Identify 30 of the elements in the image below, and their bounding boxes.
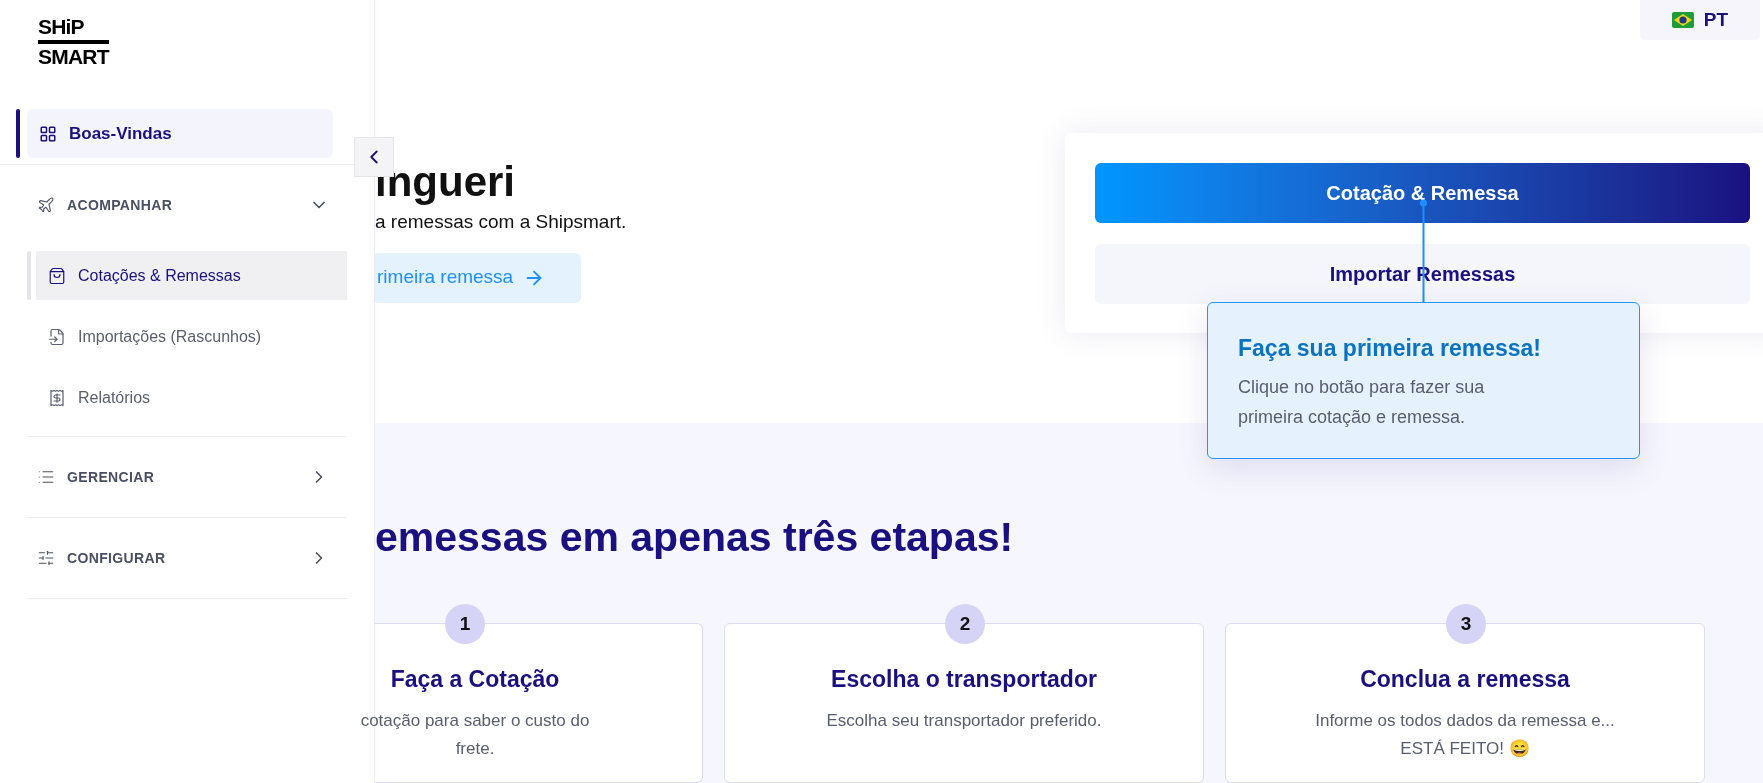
step-description: Escolha seu transportador preferido. [825, 709, 1103, 732]
file-arrow-icon [48, 327, 66, 346]
step-description: Informe os todos dados da remessa e... ESTÁ FEITO! 😄 [1314, 709, 1616, 760]
welcome-subtitle: a remessas com a Shipsmart. [375, 210, 627, 234]
grid-icon [39, 124, 57, 143]
logo: SHiP SMART [38, 15, 109, 69]
shopping-bag-icon [48, 266, 66, 285]
step-number: 3 [1446, 604, 1486, 644]
sidebar-item[interactable]: Cotações & Remessas [36, 251, 347, 300]
steps-heading: emessas em apenas três etapas! [375, 513, 1015, 562]
language-button[interactable]: PT [1640, 0, 1760, 40]
step-description: cotação para saber o custo do frete. [359, 709, 591, 760]
step-number: 2 [945, 604, 985, 644]
step-number: 1 [445, 604, 485, 644]
list-icon [37, 468, 55, 486]
section-header[interactable]: CONFIGURAR [27, 518, 347, 598]
tooltip-text: Clique no botão para fazer sua primeira cotação e remessa. [1238, 375, 1486, 429]
step-title: Conclua a remessa [1360, 665, 1570, 694]
tooltip-title: Faça sua primeira remessa! [1238, 334, 1542, 363]
section-header[interactable]: GERENCIAR [27, 437, 347, 517]
step-title: Escolha o transportador [831, 665, 1097, 694]
sliders-icon [37, 549, 55, 567]
sidebar-item[interactable]: Boas-Vindas [27, 109, 333, 158]
flag-icon [1671, 12, 1694, 28]
plane-icon [37, 196, 55, 214]
welcome-title: ingueri [375, 158, 515, 206]
section-header[interactable]: ACOMPANHAR [27, 165, 347, 245]
receipt-icon [48, 388, 66, 407]
quote-shipment-button[interactable]: Cotação & Remessa [1095, 163, 1750, 223]
step-title: Faça a Cotação [390, 665, 560, 694]
